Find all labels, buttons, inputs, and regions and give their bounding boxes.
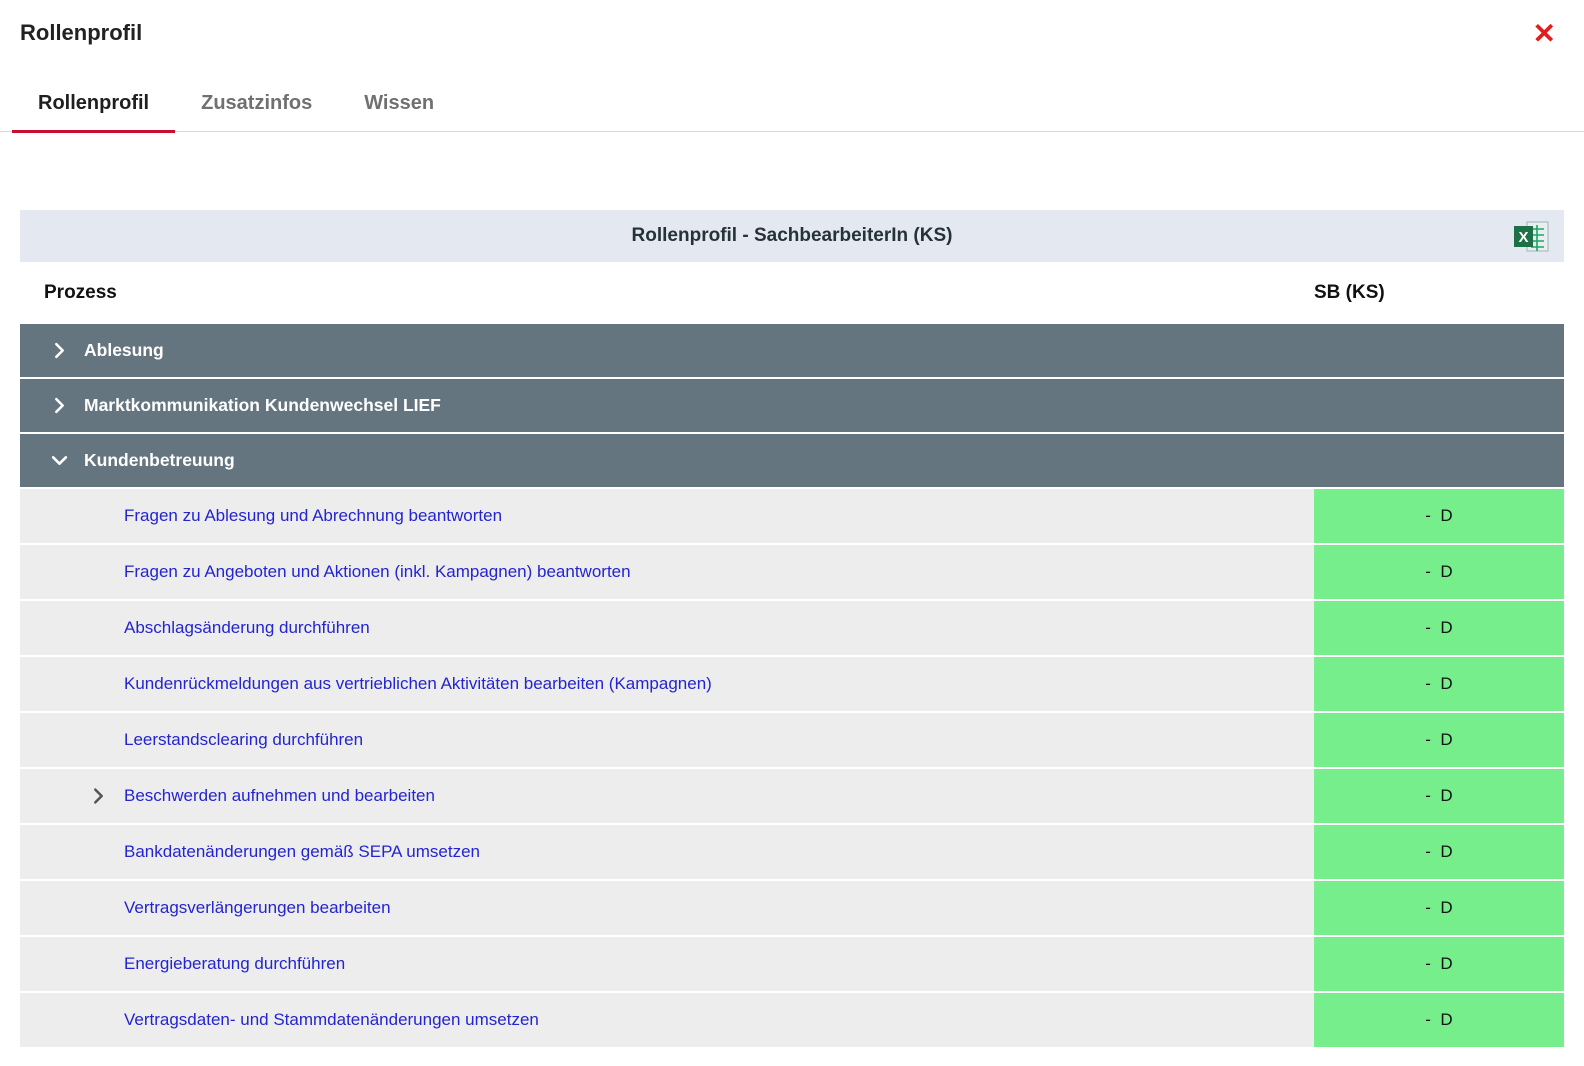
process-link[interactable]: Bankdatenänderungen gemäß SEPA umsetzen [124, 842, 480, 862]
chevron-right-icon [50, 397, 68, 414]
table-title: Rollenprofil - SachbearbeiterIn (KS) [632, 225, 953, 247]
role-value-cell: - D [1314, 881, 1564, 935]
tab-zusatzinfos[interactable]: Zusatzinfos [175, 78, 338, 133]
process-link[interactable]: Beschwerden aufnehmen und bearbeiten [124, 786, 435, 806]
process-link[interactable]: Fragen zu Ablesung und Abrechnung beantw… [124, 506, 502, 526]
chevron-right-icon[interactable] [90, 788, 107, 805]
table-row: Fragen zu Angeboten und Aktionen (inkl. … [20, 545, 1564, 601]
process-cell: Bankdatenänderungen gemäß SEPA umsetzen [20, 825, 1314, 879]
group-row-marktkommunikation-kundenwechsel-lief[interactable]: Marktkommunikation Kundenwechsel LIEF [20, 379, 1564, 434]
process-cell: Abschlagsänderung durchführen [20, 601, 1314, 655]
table-row: Fragen zu Ablesung und Abrechnung beantw… [20, 489, 1564, 545]
chevron-right-icon [50, 342, 68, 359]
table-row: Kundenrückmeldungen aus vertrieblichen A… [20, 657, 1564, 713]
process-link[interactable]: Leerstandsclearing durchführen [124, 730, 363, 750]
column-header-row: Prozess SB (KS) [20, 262, 1564, 324]
group-label: Marktkommunikation Kundenwechsel LIEF [84, 395, 441, 416]
table-row: Energieberatung durchführen - D [20, 937, 1564, 993]
table-row: Beschwerden aufnehmen und bearbeiten - D [20, 769, 1564, 825]
role-value-cell: - D [1314, 937, 1564, 991]
table-row: Vertragsdaten- und Stammdatenänderungen … [20, 993, 1564, 1047]
table-row: Vertragsverlängerungen bearbeiten - D [20, 881, 1564, 937]
role-value-cell: - D [1314, 657, 1564, 711]
group-label: Ablesung [84, 340, 164, 361]
process-cell: Leerstandsclearing durchführen [20, 713, 1314, 767]
process-cell: Kundenrückmeldungen aus vertrieblichen A… [20, 657, 1314, 711]
table-row: Bankdatenänderungen gemäß SEPA umsetzen -… [20, 825, 1564, 881]
tab-bar: RollenprofilZusatzinfosWissen [0, 78, 1584, 132]
role-value-cell: - D [1314, 769, 1564, 823]
role-value-cell: - D [1314, 601, 1564, 655]
group-label: Kundenbetreuung [84, 450, 235, 471]
table-row: Leerstandsclearing durchführen - D [20, 713, 1564, 769]
role-value-cell: - D [1314, 713, 1564, 767]
table-body: Ablesung Marktkommunikation Kundenwechsel… [20, 324, 1564, 1047]
process-link[interactable]: Vertragsverlängerungen bearbeiten [124, 898, 391, 918]
process-link[interactable]: Vertragsdaten- und Stammdatenänderungen … [124, 1010, 539, 1030]
excel-export-icon[interactable]: X [1514, 220, 1550, 253]
process-cell: Energieberatung durchführen [20, 937, 1314, 991]
process-link[interactable]: Kundenrückmeldungen aus vertrieblichen A… [124, 674, 712, 694]
process-cell: Fragen zu Ablesung und Abrechnung beantw… [20, 489, 1314, 543]
process-cell: Vertragsverlängerungen bearbeiten [20, 881, 1314, 935]
chevron-down-icon [50, 452, 68, 469]
process-cell: Beschwerden aufnehmen und bearbeiten [20, 769, 1314, 823]
table-row: Abschlagsänderung durchführen - D [20, 601, 1564, 657]
role-value-cell: - D [1314, 825, 1564, 879]
group-row-kundenbetreuung[interactable]: Kundenbetreuung [20, 434, 1564, 489]
column-header-process: Prozess [20, 282, 1314, 304]
role-value-cell: - D [1314, 489, 1564, 543]
process-cell: Vertragsdaten- und Stammdatenänderungen … [20, 993, 1314, 1047]
close-icon[interactable]: ✕ [1533, 20, 1556, 48]
group-row-ablesung[interactable]: Ablesung [20, 324, 1564, 379]
column-header-role: SB (KS) [1314, 282, 1564, 304]
process-link[interactable]: Fragen zu Angeboten und Aktionen (inkl. … [124, 562, 631, 582]
page-title: Rollenprofil [20, 20, 142, 46]
process-link[interactable]: Energieberatung durchführen [124, 954, 345, 974]
process-cell: Fragen zu Angeboten und Aktionen (inkl. … [20, 545, 1314, 599]
tab-rollenprofil[interactable]: Rollenprofil [12, 78, 175, 133]
process-link[interactable]: Abschlagsänderung durchführen [124, 618, 370, 638]
tab-wissen[interactable]: Wissen [338, 78, 460, 133]
role-value-cell: - D [1314, 545, 1564, 599]
svg-text:X: X [1518, 229, 1528, 246]
role-value-cell: - D [1314, 993, 1564, 1047]
table-title-bar: Rollenprofil - SachbearbeiterIn (KS) X [20, 210, 1564, 262]
roleprofile-table: Rollenprofil - SachbearbeiterIn (KS) X P… [20, 210, 1564, 1047]
dialog-header: Rollenprofil ✕ [0, 0, 1584, 48]
